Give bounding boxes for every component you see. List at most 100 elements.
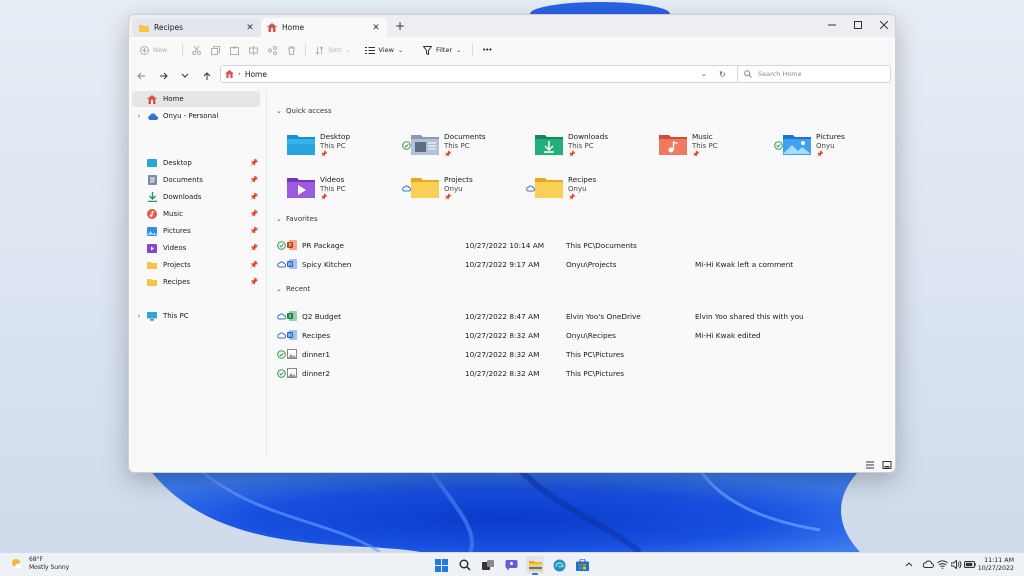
synced-check-icon xyxy=(277,241,286,250)
sidebar-item-recipes[interactable]: Recipes 📌 xyxy=(132,274,260,290)
file-name: dinner2 xyxy=(302,369,331,378)
sidebar-item-documents[interactable]: Documents 📌 xyxy=(132,172,260,188)
sidebar-item-music[interactable]: Music 📌 xyxy=(132,206,260,222)
sidebar-item-onedrive[interactable]: › Onyu - Personal xyxy=(132,108,260,124)
file-row-pr-package[interactable]: P PR Package 10/27/2022 10:14 AM This PC… xyxy=(265,236,885,254)
maximize-button[interactable] xyxy=(847,17,869,33)
sidebar-item-home[interactable]: Home xyxy=(132,91,260,107)
speaker-icon xyxy=(950,559,961,569)
music-folder-icon xyxy=(659,135,687,155)
file-name: Q2 Budget xyxy=(302,312,341,321)
arrow-up-icon xyxy=(203,71,211,80)
quick-access-documents[interactable]: Documents This PC 📌 xyxy=(402,129,522,165)
weather-widget[interactable]: 68°F Mostly Sunny xyxy=(10,556,69,572)
more-options-button[interactable]: ••• xyxy=(477,41,496,59)
recent-locations-button[interactable] xyxy=(178,69,192,83)
quick-access-pictures[interactable]: Pictures Onyu 📌 xyxy=(774,129,894,165)
sort-button[interactable]: Sort ⌄ xyxy=(310,41,355,59)
taskbar: 68°F Mostly Sunny 11:11 AM 10/27/2022 xyxy=(0,552,1024,576)
delete-button[interactable] xyxy=(282,41,301,59)
tab-recipes[interactable]: Recipes ✕ xyxy=(133,18,261,37)
word-file-icon: W xyxy=(287,330,297,340)
search-button[interactable] xyxy=(456,556,474,574)
up-button[interactable] xyxy=(200,69,214,83)
filter-button[interactable]: Filter ⌄ xyxy=(418,41,466,59)
folder-icon xyxy=(147,262,157,269)
word-file-icon: W xyxy=(287,259,297,269)
start-button[interactable] xyxy=(432,556,450,574)
quick-access-downloads[interactable]: Downloads This PC 📌 xyxy=(526,129,646,165)
sidebar-item-pictures[interactable]: Pictures 📌 xyxy=(132,223,260,239)
section-favorites[interactable]: ⌄ Favorites xyxy=(276,215,318,223)
filter-icon xyxy=(423,45,433,55)
edge-button[interactable] xyxy=(550,556,568,574)
refresh-icon[interactable]: ↻ xyxy=(719,70,726,79)
store-button[interactable] xyxy=(573,556,591,574)
section-quick-access[interactable]: ⌄ Quick access xyxy=(276,107,332,115)
show-hidden-icons-button[interactable] xyxy=(903,558,915,570)
new-tab-button[interactable]: + xyxy=(393,19,407,33)
file-row-dinner1[interactable]: dinner1 10/27/2022 8:32 AM This PC\Pictu… xyxy=(265,345,885,363)
file-row-q2-budget[interactable]: X Q2 Budget 10/27/2022 8:47 AM Elvin Yoo… xyxy=(265,307,885,325)
quick-access-music[interactable]: Music This PC 📌 xyxy=(650,129,770,165)
cut-button[interactable] xyxy=(187,41,206,59)
item-location: Onyu xyxy=(816,142,835,150)
sort-label: Sort xyxy=(328,46,342,54)
file-activity: Elvin Yoo shared this with you xyxy=(695,312,804,321)
file-date: 10/27/2022 8:47 AM xyxy=(465,312,540,321)
file-row-spicy-kitchen[interactable]: W Spicy Kitchen 10/27/2022 9:17 AM Onyu\… xyxy=(265,255,885,273)
home-content: ⌄ Quick access Desktop This PC 📌 Documen… xyxy=(268,91,895,458)
chat-button[interactable] xyxy=(502,556,520,574)
view-button[interactable]: View ⌄ xyxy=(360,41,408,59)
onedrive-tray-button[interactable] xyxy=(922,558,934,570)
item-location: This PC xyxy=(320,142,346,150)
chevron-down-icon: ⌄ xyxy=(276,285,282,293)
tiles-view-icon[interactable] xyxy=(882,460,892,470)
paste-button[interactable] xyxy=(225,41,244,59)
sidebar-item-downloads[interactable]: Downloads 📌 xyxy=(132,189,260,205)
sidebar-item-videos[interactable]: Videos 📌 xyxy=(132,240,260,256)
close-window-button[interactable] xyxy=(873,17,895,33)
sidebar-item-label: Home xyxy=(163,95,184,103)
pin-icon: 📌 xyxy=(568,194,576,201)
back-button[interactable] xyxy=(134,69,148,83)
copy-button[interactable] xyxy=(206,41,225,59)
file-row-dinner2[interactable]: dinner2 10/27/2022 8:32 AM This PC\Pictu… xyxy=(265,364,885,382)
item-location: Onyu xyxy=(444,185,463,193)
close-tab-icon[interactable]: ✕ xyxy=(371,23,381,33)
task-view-icon xyxy=(482,559,494,570)
file-row-recipes[interactable]: W Recipes 10/27/2022 8:32 AM Onyu\Recipe… xyxy=(265,326,885,344)
folder-icon xyxy=(147,279,157,286)
task-view-button[interactable] xyxy=(479,556,497,574)
quick-access-projects[interactable]: Projects Onyu 📌 xyxy=(402,172,522,208)
section-recent[interactable]: ⌄ Recent xyxy=(276,285,310,293)
toolbar-divider xyxy=(472,43,474,57)
file-explorer-taskbar-button[interactable] xyxy=(526,556,544,575)
tab-home[interactable]: Home ✕ xyxy=(261,18,387,37)
address-dropdown-icon[interactable]: ⌄ xyxy=(701,70,707,78)
volume-tray-button[interactable] xyxy=(950,558,962,570)
file-location: This PC\Documents xyxy=(566,241,637,250)
file-location: Onyu\Recipes xyxy=(566,331,616,340)
system-clock[interactable]: 11:11 AM 10/27/2022 xyxy=(974,557,1014,573)
search-box[interactable]: Search Home xyxy=(737,65,891,83)
forward-button[interactable] xyxy=(156,69,170,83)
chevron-right-icon[interactable]: › xyxy=(132,112,146,120)
new-button[interactable]: New xyxy=(135,41,172,59)
title-bar: Recipes ✕ Home ✕ + xyxy=(129,15,895,37)
rename-button[interactable] xyxy=(244,41,263,59)
chevron-right-icon[interactable]: › xyxy=(132,312,146,320)
breadcrumb-home[interactable]: Home xyxy=(245,70,267,79)
quick-access-desktop[interactable]: Desktop This PC 📌 xyxy=(278,129,398,165)
sidebar-item-this-pc[interactable]: › This PC xyxy=(132,308,260,324)
wifi-tray-button[interactable] xyxy=(936,558,948,570)
details-view-icon[interactable] xyxy=(865,460,875,470)
sidebar-item-desktop[interactable]: Desktop 📌 xyxy=(132,155,260,171)
sidebar-item-projects[interactable]: Projects 📌 xyxy=(132,257,260,273)
pin-icon: 📌 xyxy=(444,151,452,158)
close-tab-icon[interactable]: ✕ xyxy=(245,23,255,33)
share-button[interactable] xyxy=(263,41,282,59)
quick-access-videos[interactable]: Videos This PC 📌 xyxy=(278,172,398,208)
quick-access-recipes[interactable]: Recipes Onyu 📌 xyxy=(526,172,646,208)
minimize-button[interactable] xyxy=(821,17,843,33)
